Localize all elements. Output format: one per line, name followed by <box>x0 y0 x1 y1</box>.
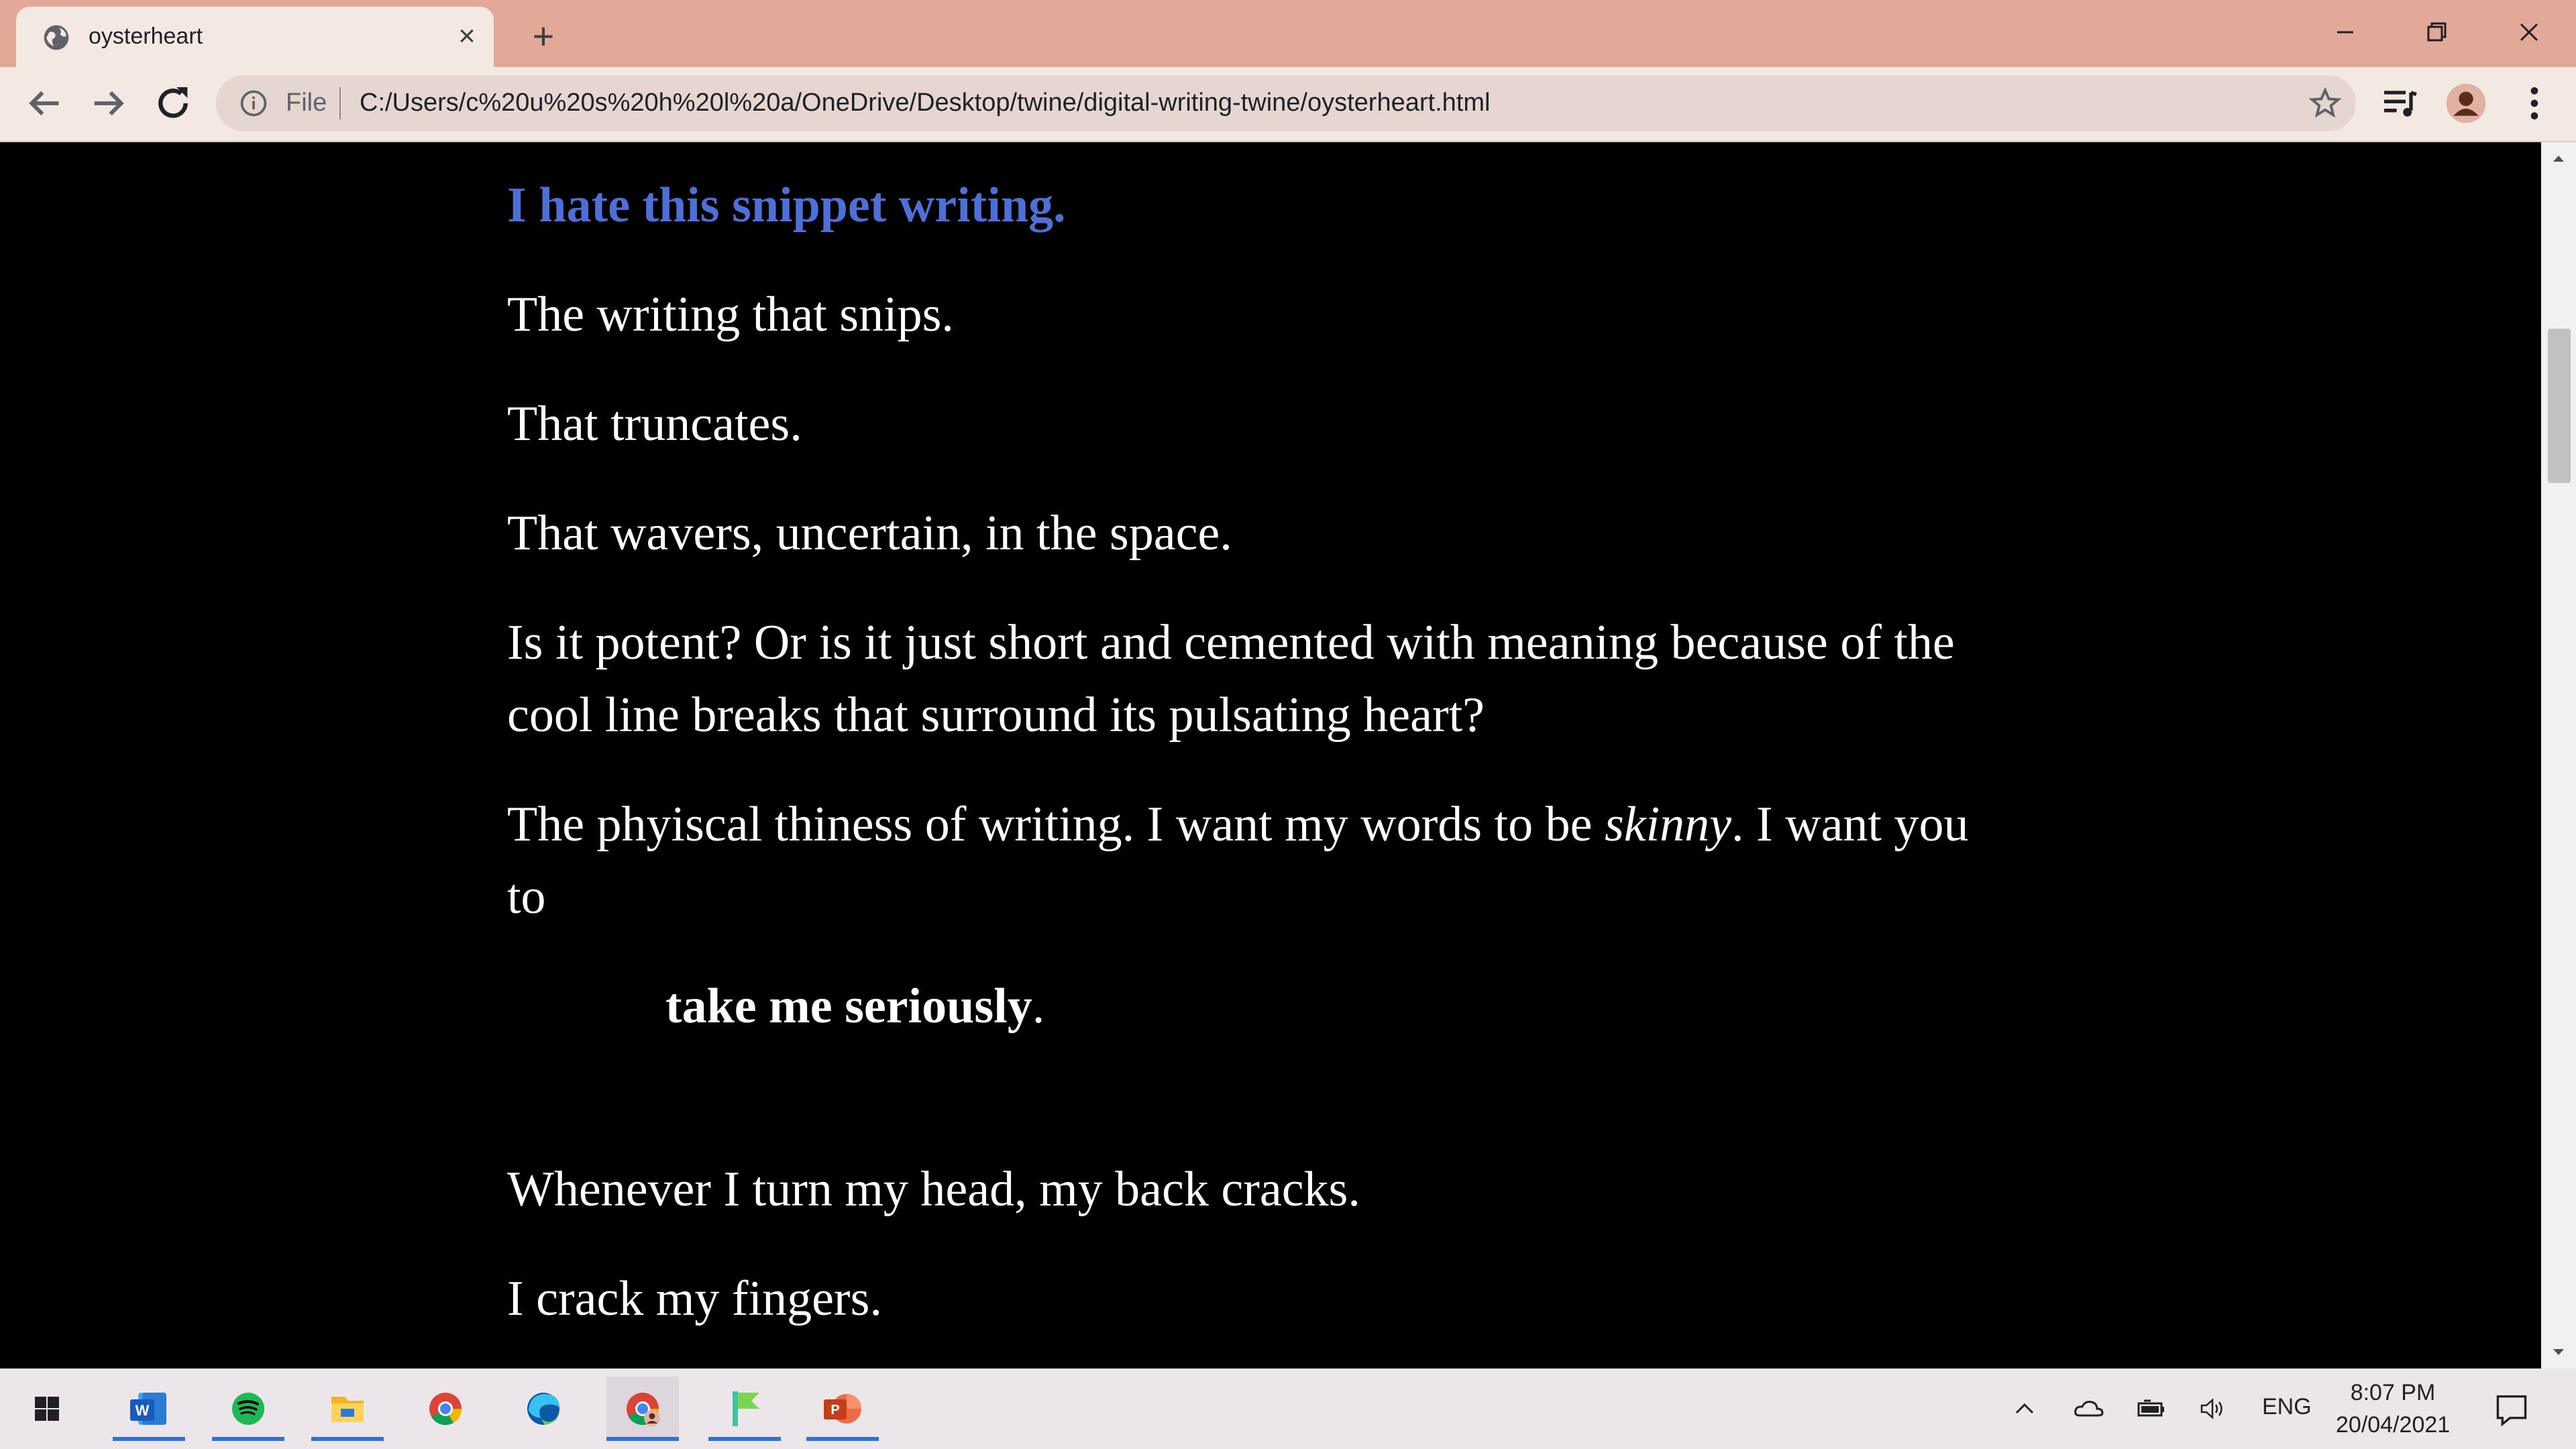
passage-paragraph: Whenever I turn my head, my back cracks. <box>507 1162 1360 1217</box>
passage-content: I hate this snippet writing. The writing… <box>507 169 2010 1368</box>
language-indicator[interactable]: ENG <box>2262 1394 2312 1420</box>
passage-paragraph: That truncates. <box>507 396 802 451</box>
vertical-scrollbar[interactable] <box>2541 142 2576 1368</box>
taskbar-spotify[interactable] <box>212 1377 284 1441</box>
scroll-up-icon[interactable] <box>2551 150 2567 166</box>
info-icon[interactable] <box>239 89 268 118</box>
taskbar-edge[interactable] <box>507 1377 580 1441</box>
passage-paragraph: I crack my fingers. <box>507 1271 882 1326</box>
address-url[interactable]: C:/Users/c%20u%20s%20h%20l%20a/OneDrive/… <box>360 89 1490 117</box>
windows-start-icon[interactable] <box>11 1377 83 1441</box>
media-queue-icon[interactable] <box>2379 82 2422 125</box>
back-arrow-icon[interactable] <box>23 82 66 125</box>
minimize-icon[interactable] <box>2318 11 2372 54</box>
passage-paragraph-skinny: The phyiscal thiness of writing. I want … <box>507 788 2010 933</box>
file-explorer-icon <box>331 1397 364 1422</box>
address-scheme-label: File <box>286 89 327 117</box>
powerpoint-icon: P <box>824 1394 861 1424</box>
taskbar-chrome-profile[interactable] <box>606 1377 679 1441</box>
tab-strip: oysterheart × + <box>0 0 2576 67</box>
browser-toolbar: File C:/Users/c%20u%20s%20h%20l%20a/OneD… <box>0 67 2576 142</box>
taskbar-flag-app[interactable] <box>708 1377 781 1441</box>
page-viewport: I hate this snippet writing. The writing… <box>0 142 2541 1368</box>
profile-avatar-icon[interactable] <box>2445 82 2487 125</box>
notifications-icon[interactable] <box>2490 1387 2533 1430</box>
passage-heading-link[interactable]: I hate this snippet writing. <box>507 169 2010 241</box>
edge-icon <box>527 1393 559 1425</box>
reload-icon[interactable] <box>152 82 195 125</box>
passage-paragraph: That wavers, uncertain, in the space. <box>507 506 1232 561</box>
spotify-icon <box>232 1393 264 1425</box>
chrome-profile-icon <box>627 1393 660 1426</box>
text-segment: The phyiscal thiness of writing. I want … <box>507 797 1605 852</box>
restore-icon[interactable] <box>2410 11 2463 54</box>
taskbar: W P ENG 8:07 PM 20/04/2021 <box>0 1368 2576 1449</box>
close-window-icon[interactable] <box>2502 11 2556 54</box>
battery-icon[interactable] <box>2132 1391 2169 1426</box>
taskbar-chrome[interactable] <box>409 1377 482 1441</box>
running-indicator <box>212 1437 284 1441</box>
scrollbar-thumb[interactable] <box>2548 329 2571 483</box>
running-indicator <box>708 1437 781 1441</box>
chevron-up-icon[interactable] <box>2006 1391 2043 1426</box>
running-indicator <box>311 1437 384 1441</box>
address-bar[interactable]: File C:/Users/c%20u%20s%20h%20l%20a/OneD… <box>216 75 2356 131</box>
svg-text:P: P <box>830 1403 839 1417</box>
chrome-icon <box>429 1393 462 1426</box>
tab-oysterheart[interactable]: oysterheart × <box>16 7 494 67</box>
svg-text:W: W <box>136 1402 150 1419</box>
tab-title: oysterheart <box>89 23 203 49</box>
forward-arrow-icon[interactable] <box>87 82 130 125</box>
globe-icon <box>44 25 69 50</box>
taskbar-file-explorer[interactable] <box>311 1377 384 1441</box>
onedrive-cloud-icon[interactable] <box>2070 1391 2108 1426</box>
passage-paragraph: The writing that snips. <box>507 287 954 342</box>
clock[interactable]: 8:07 PM 20/04/2021 <box>2336 1377 2450 1441</box>
text-segment: . <box>1032 979 1045 1034</box>
passage-paragraph: Is it potent? Or is it just short and ce… <box>507 615 1955 743</box>
menu-kebab-icon[interactable] <box>2513 82 2556 125</box>
app-flag-icon <box>733 1391 759 1426</box>
word-icon: W <box>130 1393 166 1425</box>
new-tab-button[interactable]: + <box>523 16 564 56</box>
running-indicator <box>806 1437 879 1441</box>
scroll-down-icon[interactable] <box>2551 1344 2567 1360</box>
close-tab-icon[interactable]: × <box>449 19 484 54</box>
emphasis-line: take me seriously. <box>665 970 2010 1042</box>
volume-icon[interactable] <box>2194 1391 2231 1426</box>
running-indicator <box>113 1437 185 1441</box>
address-separator <box>339 87 341 119</box>
clock-date: 20/04/2021 <box>2336 1412 2451 1438</box>
italic-text: skinny <box>1604 797 1731 852</box>
bookmark-star-icon[interactable] <box>2308 86 2343 121</box>
taskbar-word[interactable]: W <box>113 1377 185 1441</box>
clock-time: 8:07 PM <box>2350 1380 2436 1405</box>
bold-text: take me seriously <box>665 979 1032 1034</box>
taskbar-powerpoint[interactable]: P <box>806 1377 879 1441</box>
running-indicator <box>606 1437 679 1441</box>
